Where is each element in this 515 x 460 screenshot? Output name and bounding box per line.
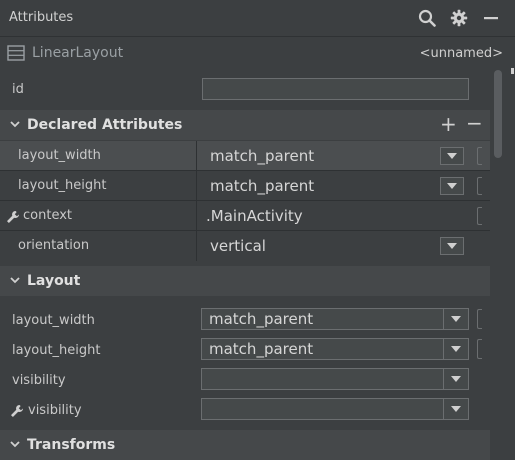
chevron-down-icon[interactable]	[443, 339, 468, 359]
combo-value: match_parent	[209, 310, 314, 328]
scroll-marker	[511, 68, 514, 74]
remove-attribute-button[interactable]: −	[466, 111, 483, 135]
attr-label: layout_height	[18, 178, 107, 193]
attr-label: context	[23, 208, 72, 223]
component-name: <unnamed>	[419, 46, 503, 61]
wrench-icon	[10, 403, 24, 422]
declared-row-layout-width[interactable]: layout_width match_parent	[0, 141, 490, 171]
attr-value[interactable]: match_parent	[210, 177, 314, 195]
resource-picker-button[interactable]	[477, 309, 482, 329]
attr-label: layout_width	[12, 313, 95, 328]
layout-row-visibility[interactable]: visibility	[0, 365, 490, 395]
layout-row-layout-width[interactable]: layout_width match_parent	[0, 305, 490, 335]
linear-layout-icon	[7, 45, 25, 61]
chevron-down-icon[interactable]	[443, 369, 468, 389]
declared-row-layout-height[interactable]: layout_height match_parent	[0, 171, 490, 201]
chevron-down-icon	[10, 121, 20, 128]
dropdown-button[interactable]	[440, 147, 464, 165]
component-type: LinearLayout	[32, 45, 124, 61]
component-header: LinearLayout <unnamed>	[0, 37, 515, 69]
declared-row-orientation[interactable]: orientation vertical	[0, 231, 490, 261]
attr-label: visibility	[28, 403, 82, 418]
section-transforms[interactable]: Transforms	[0, 430, 490, 460]
resource-picker-button[interactable]	[477, 339, 482, 359]
attr-label: layout_width	[18, 148, 101, 163]
declared-row-context[interactable]: context .MainActivity	[0, 201, 490, 231]
section-title: Transforms	[27, 437, 116, 453]
layout-width-combo[interactable]: match_parent	[201, 308, 469, 330]
wrench-icon	[6, 209, 20, 228]
section-title: Layout	[27, 273, 81, 289]
visibility-combo[interactable]	[201, 368, 469, 390]
add-attribute-button[interactable]: +	[440, 112, 457, 136]
id-label: id	[12, 82, 24, 97]
resource-picker-button[interactable]	[477, 147, 482, 165]
chevron-down-icon	[447, 153, 457, 159]
resource-picker-button[interactable]	[477, 207, 482, 225]
layout-height-combo[interactable]: match_parent	[201, 338, 469, 360]
attr-value[interactable]: match_parent	[210, 147, 314, 165]
dropdown-button[interactable]	[440, 177, 464, 195]
attr-label: visibility	[12, 373, 66, 388]
scrollbar-thumb[interactable]	[494, 70, 502, 158]
layout-row-tools-visibility[interactable]: visibility	[0, 395, 490, 425]
search-icon[interactable]	[418, 9, 436, 27]
attr-value[interactable]: .MainActivity	[206, 207, 303, 225]
layout-row-layout-height[interactable]: layout_height match_parent	[0, 335, 490, 365]
panel-title: Attributes	[9, 10, 74, 25]
section-declared-attributes[interactable]: Declared Attributes + −	[0, 110, 490, 140]
resource-picker-button[interactable]	[477, 177, 482, 195]
attr-label: orientation	[18, 238, 90, 253]
id-row: id	[0, 74, 490, 104]
attr-label: layout_height	[12, 343, 101, 358]
chevron-down-icon[interactable]	[443, 309, 468, 329]
chevron-down-icon[interactable]	[443, 399, 468, 419]
id-input[interactable]	[202, 78, 469, 100]
chevron-down-icon	[10, 441, 20, 448]
panel-header: Attributes	[0, 0, 515, 37]
section-title: Declared Attributes	[27, 117, 183, 133]
dropdown-button[interactable]	[440, 237, 464, 255]
section-layout[interactable]: Layout	[0, 266, 490, 296]
chevron-down-icon	[447, 183, 457, 189]
minimize-icon[interactable]	[482, 9, 500, 27]
attr-value[interactable]: vertical	[210, 237, 266, 255]
gear-icon[interactable]	[450, 9, 468, 27]
tools-visibility-combo[interactable]	[201, 398, 469, 420]
combo-value: match_parent	[209, 340, 314, 358]
chevron-down-icon	[10, 277, 20, 284]
chevron-down-icon	[447, 243, 457, 249]
